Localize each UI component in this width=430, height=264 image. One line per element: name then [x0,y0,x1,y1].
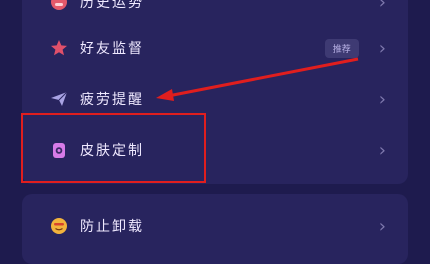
annotation-arrow [156,57,359,101]
